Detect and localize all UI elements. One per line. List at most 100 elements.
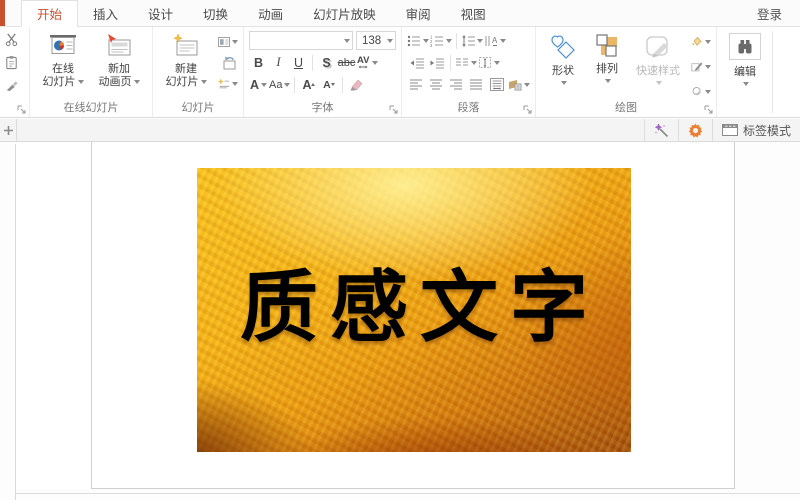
increase-indent-button[interactable] — [427, 53, 446, 72]
new-slide-label-line1: 新建 — [175, 63, 197, 75]
justify-button[interactable] — [467, 75, 486, 94]
tab-animations[interactable]: 动画 — [243, 0, 298, 26]
change-case-button[interactable]: Aa — [269, 75, 291, 94]
tab-home[interactable]: 开始 — [21, 0, 79, 27]
online-slides-group-label: 在线幻灯片 — [63, 102, 119, 114]
strikethrough-button[interactable]: abc — [337, 53, 356, 72]
gear-icon — [688, 123, 703, 137]
pane-divider[interactable] — [15, 144, 16, 500]
clear-formatting-button[interactable] — [347, 75, 366, 94]
reset-slide-button[interactable] — [218, 53, 238, 72]
accent-bar — [0, 0, 5, 26]
decrease-indent-button[interactable] — [407, 53, 426, 72]
new-document-tab-button[interactable] — [0, 119, 17, 141]
align-center-button[interactable] — [427, 75, 446, 94]
add-animation-page-label-line1: 新加 — [108, 63, 130, 75]
italic-button[interactable]: I — [269, 53, 288, 72]
font-size-combobox[interactable]: 138 — [356, 31, 396, 50]
tab-insert[interactable]: 插入 — [78, 0, 133, 26]
convert-to-smartart-button[interactable] — [507, 75, 530, 94]
settings-gear-button[interactable] — [677, 119, 712, 141]
distribute-text-button[interactable] — [487, 75, 506, 94]
document-tab-bar: 标签模式 — [0, 119, 800, 142]
slide-canvas[interactable]: 质感文字 — [91, 142, 735, 489]
status-bar-divider — [16, 493, 800, 494]
edit-button[interactable]: 编辑 — [722, 30, 768, 86]
tab-slideshow[interactable]: 幻灯片放映 — [298, 0, 391, 26]
new-slide-button[interactable]: 新建 幻灯片 — [158, 30, 214, 89]
slide-title-text[interactable]: 质感文字 — [228, 245, 600, 357]
tab-design[interactable]: 设计 — [133, 0, 188, 26]
slide-layout-button[interactable] — [218, 32, 238, 51]
font-group: 138 B I U S abc AV A Aa A A 字体 — [244, 27, 402, 117]
shape-outline-button[interactable] — [691, 57, 711, 76]
bullets-button[interactable] — [407, 31, 429, 50]
ribbon-tabs: 开始 插入 设计 切换 动画 幻灯片放映 审阅 视图 — [21, 0, 501, 27]
add-animation-page-button[interactable]: 新加 动画页 — [91, 30, 147, 89]
font-color-button[interactable]: A — [249, 75, 268, 94]
tab-transitions[interactable]: 切换 — [188, 0, 243, 26]
align-left-button[interactable] — [407, 75, 426, 94]
plus-icon — [3, 125, 13, 135]
slide-thumbnail-pane[interactable] — [16, 142, 91, 489]
magic-wand-button[interactable] — [643, 119, 678, 141]
edit-group: 编辑 — [717, 27, 773, 117]
ribbon: 在线 幻灯片 新加 动画页 在线幻灯片 新建 幻灯片 幻灯片 138 B I U… — [0, 27, 800, 118]
tab-mode-icon — [721, 124, 738, 136]
arrange-button[interactable]: 排列 — [585, 30, 629, 83]
shapes-button[interactable]: 形状 — [541, 30, 585, 85]
text-shadow-button[interactable]: S — [317, 53, 336, 72]
tab-review[interactable]: 审阅 — [391, 0, 446, 26]
online-slides-button[interactable]: 在线 幻灯片 — [35, 30, 91, 89]
workspace: 质感文字 — [0, 142, 800, 500]
align-right-button[interactable] — [447, 75, 466, 94]
bold-button[interactable]: B — [249, 53, 268, 72]
slides-group: 新建 幻灯片 幻灯片 — [153, 27, 244, 117]
drawing-group: 形状 排列 快速样式 绘图 — [536, 27, 717, 117]
increase-font-size-button[interactable]: A — [299, 75, 318, 94]
cut-icon[interactable] — [1, 30, 21, 49]
font-group-label: 字体 — [311, 102, 334, 114]
slide-image[interactable]: 质感文字 — [197, 168, 631, 452]
shape-fill-button[interactable] — [691, 32, 711, 51]
paragraph-group: 123 A 段落 — [402, 27, 536, 117]
align-text-vertical-button[interactable] — [478, 53, 500, 72]
binoculars-find-icon — [738, 39, 752, 53]
new-slide-label-line2: 幻灯片 — [166, 76, 207, 89]
online-slide-icon — [50, 35, 76, 54]
tab-view[interactable]: 视图 — [446, 0, 501, 26]
columns-button[interactable] — [455, 53, 477, 72]
text-direction-button[interactable]: A — [484, 31, 506, 50]
clipboard-dialog-launcher-icon[interactable] — [17, 105, 26, 114]
clipboard-group — [0, 27, 30, 117]
quick-styles-button[interactable]: 快速样式 — [629, 30, 687, 85]
spacing-arrow-icon — [358, 65, 368, 69]
character-spacing-button[interactable]: AV — [357, 53, 378, 72]
tab-mode-label: 标签模式 — [742, 123, 791, 138]
underline-button[interactable]: U — [289, 53, 308, 72]
shapes-icon — [551, 35, 575, 59]
presentation-app-window: 开始 插入 设计 切换 动画 幻灯片放映 审阅 视图 登录 在线 幻灯片 新加 … — [0, 0, 800, 500]
add-animation-page-label-line2: 动画页 — [99, 76, 140, 89]
find-button[interactable] — [729, 33, 761, 60]
magic-wand-icon — [654, 122, 669, 137]
login-button[interactable]: 登录 — [739, 0, 800, 26]
menu-bar: 开始 插入 设计 切换 动画 幻灯片放映 审阅 视图 登录 — [0, 0, 800, 27]
font-size-value: 138 — [362, 34, 382, 47]
add-animation-page-icon — [108, 34, 131, 56]
drawing-group-label: 绘图 — [615, 102, 637, 114]
paste-icon[interactable] — [1, 53, 21, 72]
online-slides-label-line1: 在线 — [52, 63, 74, 75]
font-name-combobox[interactable] — [249, 31, 353, 50]
svg-text:A: A — [492, 36, 498, 45]
slides-group-label: 幻灯片 — [181, 102, 215, 114]
tab-mode-toggle[interactable]: 标签模式 — [711, 119, 800, 141]
decrease-font-size-button[interactable]: A — [319, 75, 338, 94]
section-button[interactable] — [218, 74, 238, 93]
quick-styles-icon — [646, 36, 668, 58]
format-painter-icon[interactable] — [1, 76, 21, 95]
online-slides-label-line2: 幻灯片 — [43, 76, 84, 89]
online-slides-group: 在线 幻灯片 新加 动画页 在线幻灯片 — [30, 27, 153, 117]
numbering-button[interactable]: 123 — [430, 31, 452, 50]
line-spacing-button[interactable] — [461, 31, 483, 50]
